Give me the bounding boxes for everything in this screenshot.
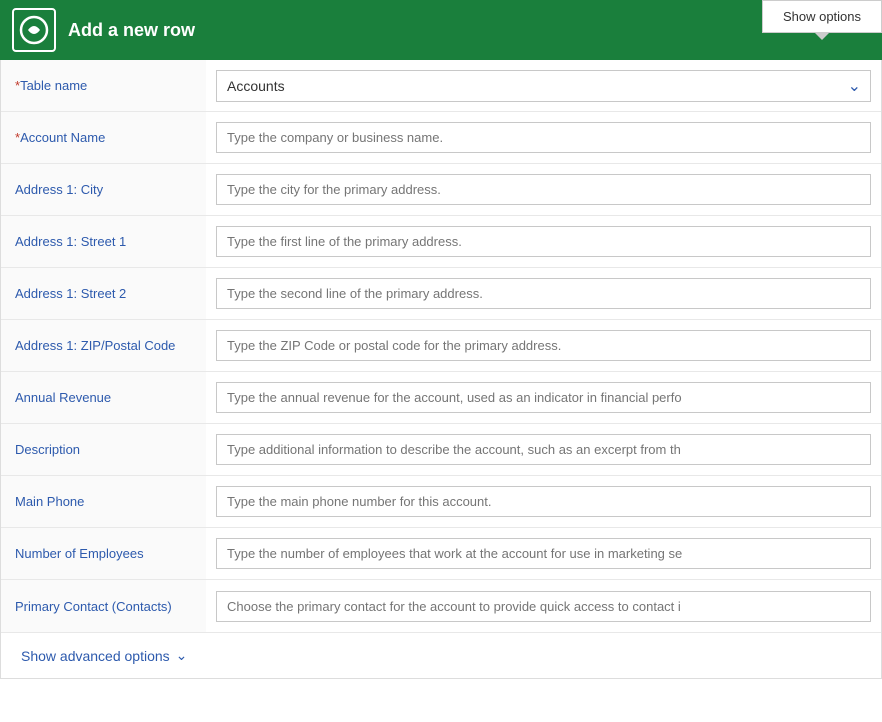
input-wrap-description bbox=[206, 424, 881, 475]
input-wrap-address-city bbox=[206, 164, 881, 215]
field-row-address-street1: Address 1: Street 1 bbox=[1, 216, 881, 268]
field-row-account-name: Account Name bbox=[1, 112, 881, 164]
input-address-street2[interactable] bbox=[216, 278, 871, 309]
input-address-zip[interactable] bbox=[216, 330, 871, 361]
fields-container: Account NameAddress 1: CityAddress 1: St… bbox=[1, 112, 881, 632]
input-account-name[interactable] bbox=[216, 122, 871, 153]
input-num-employees[interactable] bbox=[216, 538, 871, 569]
table-name-row: Table name Accounts ⌄ bbox=[1, 60, 881, 112]
label-annual-revenue: Annual Revenue bbox=[1, 372, 206, 423]
label-num-employees: Number of Employees bbox=[1, 528, 206, 579]
table-name-label: Table name bbox=[1, 60, 206, 111]
label-main-phone: Main Phone bbox=[1, 476, 206, 527]
table-name-input-wrap: Accounts ⌄ bbox=[206, 60, 881, 111]
label-address-zip: Address 1: ZIP/Postal Code bbox=[1, 320, 206, 371]
input-primary-contact[interactable] bbox=[216, 591, 871, 622]
input-description[interactable] bbox=[216, 434, 871, 465]
table-name-select[interactable]: Accounts bbox=[216, 70, 871, 102]
field-row-annual-revenue: Annual Revenue bbox=[1, 372, 881, 424]
field-row-address-city: Address 1: City bbox=[1, 164, 881, 216]
input-wrap-address-zip bbox=[206, 320, 881, 371]
input-main-phone[interactable] bbox=[216, 486, 871, 517]
field-row-description: Description bbox=[1, 424, 881, 476]
field-row-num-employees: Number of Employees bbox=[1, 528, 881, 580]
input-wrap-annual-revenue bbox=[206, 372, 881, 423]
input-address-city[interactable] bbox=[216, 174, 871, 205]
label-address-city: Address 1: City bbox=[1, 164, 206, 215]
input-wrap-main-phone bbox=[206, 476, 881, 527]
input-wrap-address-street2 bbox=[206, 268, 881, 319]
input-annual-revenue[interactable] bbox=[216, 382, 871, 413]
label-address-street2: Address 1: Street 2 bbox=[1, 268, 206, 319]
label-address-street1: Address 1: Street 1 bbox=[1, 216, 206, 267]
input-wrap-primary-contact bbox=[206, 580, 881, 632]
app-header: Add a new row Show options bbox=[0, 0, 882, 60]
show-options-button[interactable]: Show options bbox=[762, 0, 882, 33]
show-advanced-options-button[interactable]: Show advanced options ⌄ bbox=[1, 632, 881, 678]
app-logo bbox=[12, 8, 56, 52]
input-wrap-num-employees bbox=[206, 528, 881, 579]
label-account-name: Account Name bbox=[1, 112, 206, 163]
input-address-street1[interactable] bbox=[216, 226, 871, 257]
field-row-address-zip: Address 1: ZIP/Postal Code bbox=[1, 320, 881, 372]
form-container: Table name Accounts ⌄ Account NameAddres… bbox=[0, 60, 882, 679]
show-advanced-label: Show advanced options bbox=[21, 648, 170, 664]
chevron-down-icon: ⌄ bbox=[176, 647, 188, 664]
field-row-address-street2: Address 1: Street 2 bbox=[1, 268, 881, 320]
page-title: Add a new row bbox=[68, 20, 870, 41]
table-name-select-wrap: Accounts ⌄ bbox=[216, 70, 871, 102]
label-description: Description bbox=[1, 424, 206, 475]
input-wrap-account-name bbox=[206, 112, 881, 163]
field-row-main-phone: Main Phone bbox=[1, 476, 881, 528]
field-row-primary-contact: Primary Contact (Contacts) bbox=[1, 580, 881, 632]
input-wrap-address-street1 bbox=[206, 216, 881, 267]
label-primary-contact: Primary Contact (Contacts) bbox=[1, 580, 206, 632]
